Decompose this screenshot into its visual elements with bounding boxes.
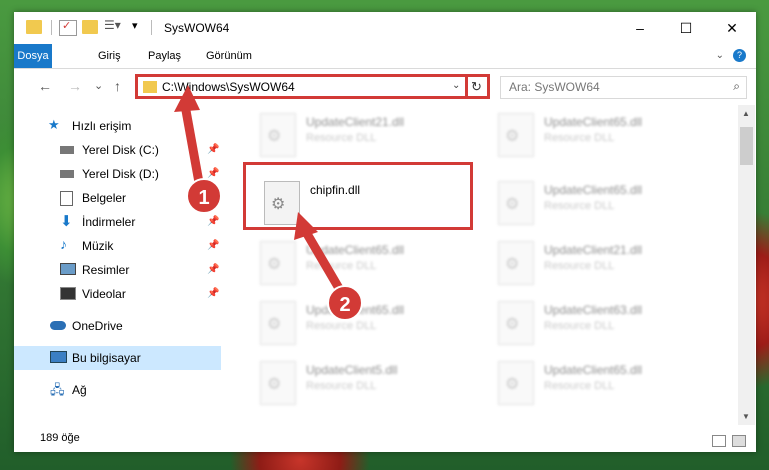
arrow-2 xyxy=(302,229,344,293)
annotation-arrows xyxy=(174,85,344,293)
callout-1: 1 xyxy=(186,178,222,214)
arrowhead-2 xyxy=(294,212,318,240)
arrowhead-1 xyxy=(174,85,200,112)
arrow-1 xyxy=(180,104,205,189)
callout-2: 2 xyxy=(327,285,363,321)
